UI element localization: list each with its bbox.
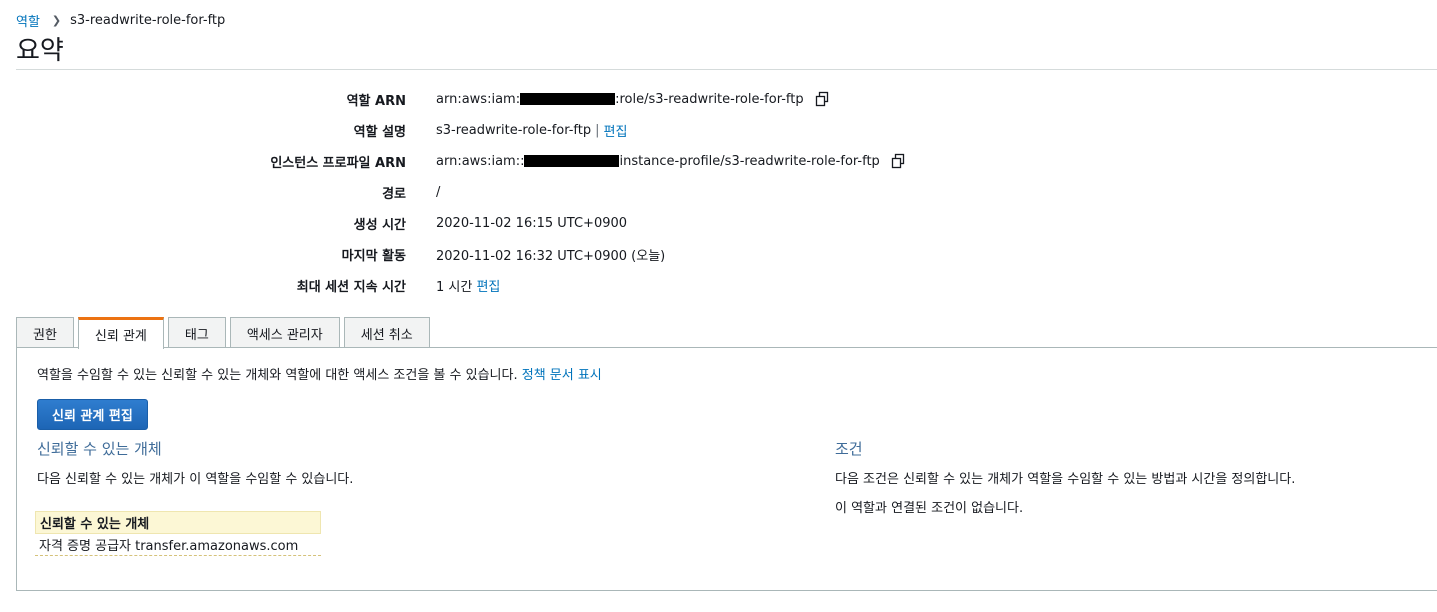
max-session-text: 1 시간 — [436, 279, 473, 295]
redacted-account-id — [524, 155, 620, 167]
role-arn-label: 역할 ARN — [346, 93, 406, 109]
edit-trust-relationship-button[interactable]: 신뢰 관계 편집 — [37, 399, 148, 430]
trust-relationships-panel: 역할을 수임할 수 있는 신뢰할 수 있는 개체와 역할에 대한 액세스 조건을… — [16, 347, 1437, 591]
separator: | — [595, 122, 600, 138]
instance-profile-arn-label: 인스턴스 프로파일 ARN — [270, 155, 406, 171]
breadcrumb: 역할 ❯ s3-readwrite-role-for-ftp — [16, 11, 225, 30]
role-arn-value: arn:aws:iam: :role/s3-readwrite-role-for-… — [436, 91, 830, 107]
copy-icon[interactable] — [890, 153, 906, 169]
conditions-none: 이 역할과 연결된 조건이 없습니다. — [835, 501, 1024, 516]
show-policy-document-link[interactable]: 정책 문서 표시 — [522, 368, 602, 383]
tab-trust-relationships[interactable]: 신뢰 관계 — [77, 317, 164, 349]
summary-row-path: 경로 / — [0, 181, 1000, 203]
table-header: 신뢰할 수 있는 개체 — [35, 511, 321, 534]
role-desc-label: 역할 설명 — [353, 124, 406, 140]
redacted-account-id — [520, 93, 616, 105]
summary-row-last-activity: 마지막 활동 2020-11-02 16:32 UTC+0900 (오늘) — [0, 243, 1000, 265]
instance-profile-arn-suffix: instance-profile/s3-readwrite-role-for-f… — [619, 153, 880, 169]
page-title: 요약 — [16, 36, 64, 66]
edit-description-link[interactable]: 편집 — [604, 121, 628, 140]
instance-profile-arn-value: arn:aws:iam:: instance-profile/s3-readwri… — [436, 153, 906, 169]
summary-row-instance-profile-arn: 인스턴스 프로파일 ARN arn:aws:iam:: instance-prof… — [0, 150, 1000, 172]
max-session-value: 1 시간 편집 — [436, 276, 500, 295]
tab-tags[interactable]: 태그 — [167, 317, 226, 348]
copy-icon[interactable] — [814, 91, 830, 107]
role-arn-prefix: arn:aws:iam: — [436, 91, 521, 107]
chevron-right-icon: ❯ — [51, 14, 62, 27]
role-arn-suffix: :role/s3-readwrite-role-for-ftp — [615, 91, 804, 107]
summary-row-max-session: 최대 세션 지속 시간 1 시간 편집 — [0, 274, 1000, 296]
summary-row-role-desc: 역할 설명 s3-readwrite-role-for-ftp | 편집 — [0, 119, 1000, 141]
table-row: 자격 증명 공급자 transfer.amazonaws.com — [35, 534, 321, 556]
trusted-entities-desc: 다음 신뢰할 수 있는 개체가 이 역할을 수임할 수 있습니다. — [37, 472, 354, 487]
tab-permissions[interactable]: 권한 — [16, 317, 74, 348]
tab-access-advisor[interactable]: 액세스 관리자 — [229, 317, 340, 348]
last-activity-label: 마지막 활동 — [341, 248, 406, 264]
trusted-entities-table: 신뢰할 수 있는 개체 자격 증명 공급자 transfer.amazonaws… — [35, 511, 321, 556]
title-divider — [16, 69, 1437, 70]
tab-revoke-sessions[interactable]: 세션 취소 — [343, 317, 430, 348]
role-desc-value: s3-readwrite-role-for-ftp | 편집 — [436, 121, 627, 140]
created-label: 생성 시간 — [353, 217, 406, 233]
trust-intro-text: 역할을 수임할 수 있는 신뢰할 수 있는 개체와 역할에 대한 액세스 조건을… — [37, 368, 518, 383]
edit-max-session-link[interactable]: 편집 — [476, 276, 500, 295]
path-label: 경로 — [382, 186, 406, 202]
breadcrumb-roles-link[interactable]: 역할 — [16, 11, 40, 30]
last-activity-value: 2020-11-02 16:32 UTC+0900 (오늘) — [436, 248, 666, 264]
summary-row-created: 생성 시간 2020-11-02 16:15 UTC+0900 — [0, 212, 1000, 234]
role-desc-text: s3-readwrite-role-for-ftp — [436, 122, 592, 138]
trusted-entities-title: 신뢰할 수 있는 개체 — [37, 440, 162, 458]
breadcrumb-current: s3-readwrite-role-for-ftp — [70, 13, 226, 28]
tab-bar: 권한 신뢰 관계 태그 액세스 관리자 세션 취소 — [16, 317, 434, 349]
trust-intro: 역할을 수임할 수 있는 신뢰할 수 있는 개체와 역할에 대한 액세스 조건을… — [37, 364, 602, 383]
conditions-desc: 다음 조건은 신뢰할 수 있는 개체가 역할을 수임할 수 있는 방법과 시간을… — [835, 472, 1296, 487]
max-session-label: 최대 세션 지속 시간 — [296, 279, 406, 295]
conditions-title: 조건 — [835, 440, 863, 458]
summary-row-role-arn: 역할 ARN arn:aws:iam: :role/s3-readwrite-ro… — [0, 88, 1000, 110]
path-value: / — [436, 184, 441, 200]
created-value: 2020-11-02 16:15 UTC+0900 — [436, 215, 628, 231]
instance-profile-arn-prefix: arn:aws:iam:: — [436, 153, 525, 169]
